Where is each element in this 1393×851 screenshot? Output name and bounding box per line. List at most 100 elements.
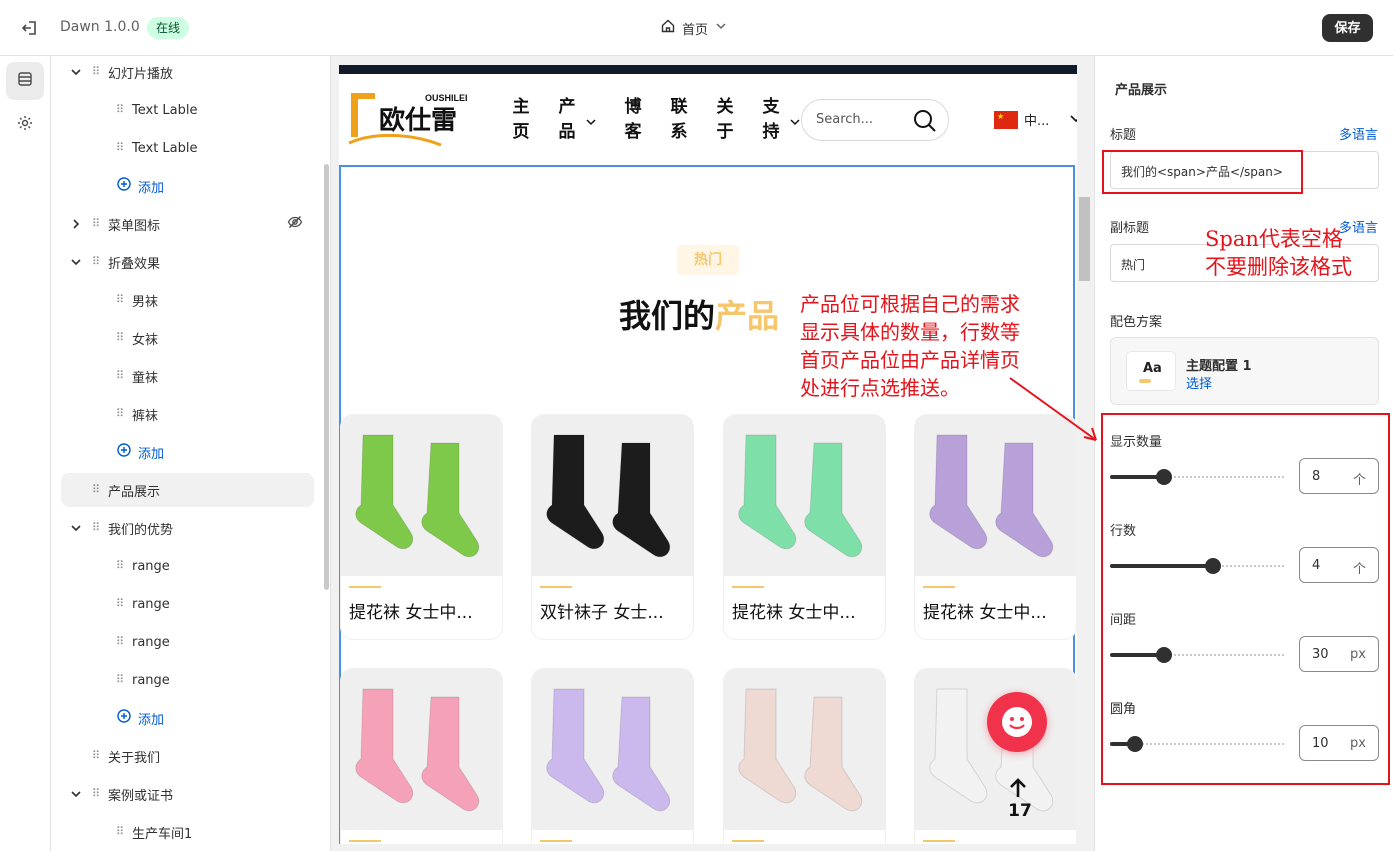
nav-item-support[interactable]: 支持 [762,95,780,145]
tree-item-block[interactable]: ⠿ Text Lable [61,93,314,127]
preview-scrollbar-thumb[interactable] [1079,197,1090,281]
tree-item-menu-icons[interactable]: ⠿ 菜单图标 [61,207,314,241]
drag-handle-icon[interactable]: ⠿ [92,483,102,497]
chevron-down-icon[interactable] [69,255,83,269]
page-selector[interactable]: 首页 [660,18,728,38]
left-rail [0,56,51,851]
tree-item-label: range [132,596,170,612]
language-selector[interactable]: ★ 中... [994,110,1077,129]
announcement-bar [339,65,1077,74]
store-search-input[interactable]: Search... [801,99,949,141]
arrow-up-icon[interactable] [1007,777,1029,799]
chevron-down-icon[interactable] [69,521,83,535]
theme-name: Dawn 1.0.0 [60,19,140,35]
tree-item-block[interactable]: ⠿ 男袜 [61,283,314,317]
color-scheme-picker[interactable]: Aa 主题配置 1 选择 [1110,337,1379,405]
drag-handle-icon[interactable]: ⠿ [116,141,126,155]
annotation-line: 产品位可根据自己的需求 [800,292,1020,316]
preview-scrollbar[interactable] [1077,65,1093,844]
storefront-preview: OUSHILEI 欧仕雷 主页 产品 博客 联系 关于 支持 Search...… [339,65,1077,844]
tree-item-block[interactable]: ⠿ 女袜 [61,321,314,355]
drag-handle-icon[interactable]: ⠿ [116,673,126,687]
product-card[interactable]: 双针袜子 女士... [532,415,693,639]
chat-smile-icon [987,707,1047,756]
chevron-down-icon[interactable] [69,787,83,801]
tree-item-block[interactable]: ⠿ 裤袜 [61,397,314,431]
tree-item-cases[interactable]: ⠿ 案例或证书 [61,777,314,811]
chevron-down-icon[interactable] [69,65,83,79]
drag-handle-icon[interactable]: ⠿ [116,331,126,345]
chat-button[interactable] [987,692,1047,752]
drag-handle-icon[interactable]: ⠿ [116,825,126,839]
tree-item-slideshow[interactable]: ⠿ 幻灯片播放 [61,56,314,89]
save-button[interactable]: 保存 [1322,14,1373,42]
tree-item-block[interactable]: ⠿ range [61,663,314,697]
eye-off-icon[interactable] [287,214,303,234]
product-card[interactable]: 提花袜 女士中... [341,415,502,639]
drag-handle-icon[interactable]: ⠿ [116,103,126,117]
drag-handle-icon[interactable]: ⠿ [92,787,102,801]
product-image[interactable] [532,669,693,830]
chevron-down-icon[interactable] [789,113,801,126]
tree-item-block[interactable]: ⠿ range [61,625,314,659]
language-label: 中... [1024,114,1050,129]
product-image[interactable] [724,415,885,576]
drag-handle-icon[interactable]: ⠿ [92,65,102,79]
tree-scrollbar[interactable] [324,164,329,590]
add-block-button[interactable]: 添加 [61,701,314,735]
product-image[interactable] [341,669,502,830]
product-card[interactable] [724,669,885,844]
search-icon[interactable] [912,108,938,134]
product-card[interactable] [341,669,502,844]
exit-icon[interactable] [20,18,40,38]
tree-item-about[interactable]: ⠿ 关于我们 [61,739,314,773]
drag-handle-icon[interactable]: ⠿ [92,255,102,269]
tree-item-block[interactable]: ⠿ range [61,587,314,621]
settings-button[interactable] [6,106,44,144]
product-image[interactable] [532,415,693,576]
nav-item-about[interactable]: 关于 [716,95,734,145]
title-multilang-link[interactable]: 多语言 [1339,124,1378,143]
product-card[interactable] [532,669,693,844]
drag-handle-icon[interactable]: ⠿ [116,293,126,307]
store-logo[interactable]: OUSHILEI 欧仕雷 [341,79,481,151]
product-title[interactable]: 提花袜 女士中... [349,598,473,623]
product-title[interactable]: 提花袜 女士中... [923,598,1047,623]
product-image[interactable] [341,415,502,576]
tree-item-label: 产品展示 [108,484,161,500]
theme-select-link[interactable]: 选择 [1186,373,1212,392]
drag-handle-icon[interactable]: ⠿ [116,559,126,573]
annotation-product-note: 产品位可根据自己的需求 显示具体的数量，行数等 首页产品位由产品详情页 处进行点… [800,290,1020,402]
tree-item-block[interactable]: ⠿ 童袜 [61,359,314,393]
annotation-sliders-box [1101,413,1390,785]
product-image[interactable] [724,669,885,830]
nav-item-contact[interactable]: 联系 [670,95,688,145]
product-card[interactable]: 提花袜 女士中... [724,415,885,639]
product-accent-line [732,586,764,588]
tree-item-collapsible[interactable]: ⠿ 折叠效果 [61,245,314,279]
tree-item-product-showcase[interactable]: ⠿ 产品展示 [61,473,314,507]
nav-item-blog[interactable]: 博客 [624,95,642,145]
drag-handle-icon[interactable]: ⠿ [116,635,126,649]
tree-item-block[interactable]: ⠿ range [61,549,314,583]
plus-circle-icon [117,177,131,195]
product-title[interactable]: 提花袜 女士中... [732,598,856,623]
tree-item-advantages[interactable]: ⠿ 我们的优势 [61,511,314,545]
add-block-button[interactable]: 添加 [61,169,314,203]
add-block-button[interactable]: 添加 [61,435,314,469]
drag-handle-icon[interactable]: ⠿ [92,749,102,763]
tree-item-block[interactable]: ⠿ 生产车间1 [61,815,314,849]
chevron-down-icon[interactable] [585,113,597,126]
sections-button[interactable] [6,62,44,100]
drag-handle-icon[interactable]: ⠿ [116,369,126,383]
drag-handle-icon[interactable]: ⠿ [116,407,126,421]
nav-item-home[interactable]: 主页 [512,95,530,145]
tree-item-label: 男袜 [132,294,159,310]
product-title[interactable]: 双针袜子 女士... [540,598,664,623]
drag-handle-icon[interactable]: ⠿ [92,217,102,231]
drag-handle-icon[interactable]: ⠿ [116,597,126,611]
chevron-right-icon[interactable] [69,217,83,231]
nav-item-products[interactable]: 产品 [558,95,576,145]
tree-item-block[interactable]: ⠿ Text Lable [61,131,314,165]
drag-handle-icon[interactable]: ⠿ [92,521,102,535]
